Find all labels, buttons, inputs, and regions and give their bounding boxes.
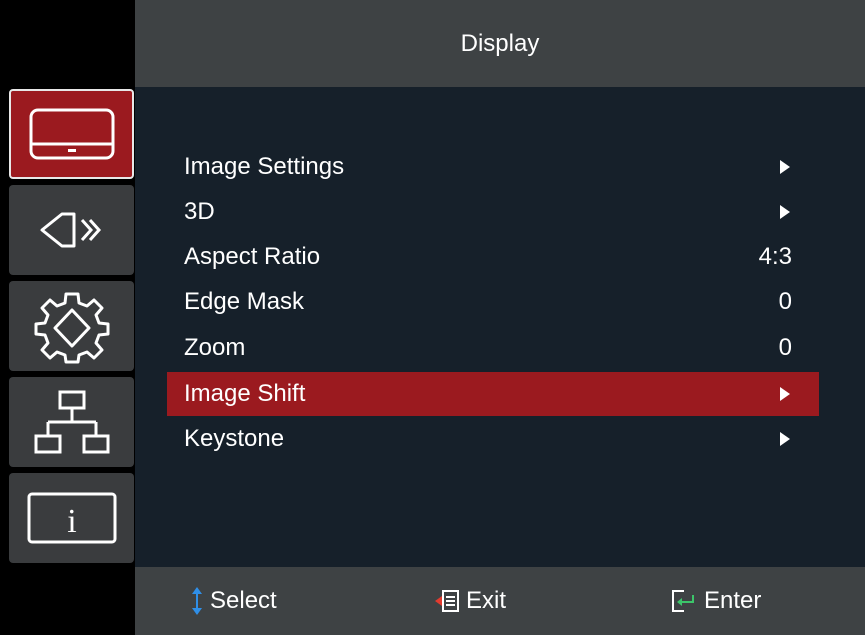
menu-item-value: 0	[778, 334, 792, 361]
sidebar: i	[0, 0, 135, 635]
sidebar-item-network[interactable]	[9, 377, 134, 467]
menu-item-image-shift[interactable]: Image Shift	[167, 372, 819, 416]
menu-item-keystone[interactable]: Keystone	[167, 417, 819, 461]
menu-item-label: Zoom	[184, 334, 246, 361]
footer-select: Select	[190, 567, 277, 635]
sidebar-item-display[interactable]	[9, 89, 134, 179]
submenu-arrow-icon	[780, 160, 790, 174]
menu-panel: Image Settings 3D Aspect Ratio 4:3 Edge …	[135, 87, 865, 567]
enter-icon	[672, 590, 694, 612]
menu-item-aspect-ratio[interactable]: Aspect Ratio 4:3	[167, 235, 819, 279]
network-icon	[34, 390, 109, 454]
footer-exit-label: Exit	[466, 587, 507, 614]
sidebar-item-settings[interactable]	[9, 281, 134, 371]
menu-item-label: Aspect Ratio	[184, 243, 321, 270]
audio-icon	[40, 212, 101, 248]
menu-item-label: Image Settings	[184, 153, 345, 180]
menu-item-value: 4:3	[758, 243, 792, 270]
settings-gear-icon	[34, 292, 109, 364]
menu-item-zoom[interactable]: Zoom 0	[167, 326, 819, 370]
svg-text:i: i	[67, 503, 76, 540]
exit-menu-icon	[435, 590, 459, 612]
menu-item-value: 0	[778, 288, 792, 315]
menu-item-label: 3D	[184, 198, 215, 225]
menu-item-edge-mask[interactable]: Edge Mask 0	[167, 280, 819, 324]
footer-enter: Enter	[670, 567, 761, 635]
menu-item-label: Keystone	[184, 425, 285, 452]
footer-exit: Exit	[434, 567, 506, 635]
submenu-arrow-icon	[780, 205, 790, 219]
up-down-arrow-icon	[192, 587, 202, 615]
sidebar-item-audio[interactable]	[9, 185, 134, 275]
footer-hint-bar: Select Exit Enter	[135, 567, 865, 635]
menu-item-image-settings[interactable]: Image Settings	[167, 145, 819, 189]
footer-enter-label: Enter	[704, 587, 762, 614]
menu-item-label: Image Shift	[184, 380, 306, 407]
submenu-arrow-icon	[780, 387, 790, 401]
submenu-arrow-icon	[780, 432, 790, 446]
info-icon: i	[27, 492, 116, 544]
menu-item-3d[interactable]: 3D	[167, 190, 819, 234]
footer-select-label: Select	[210, 587, 277, 614]
menu-item-label: Edge Mask	[184, 288, 305, 315]
page-title: Display	[135, 0, 865, 87]
display-icon	[29, 108, 114, 160]
sidebar-item-info[interactable]: i	[9, 473, 134, 563]
